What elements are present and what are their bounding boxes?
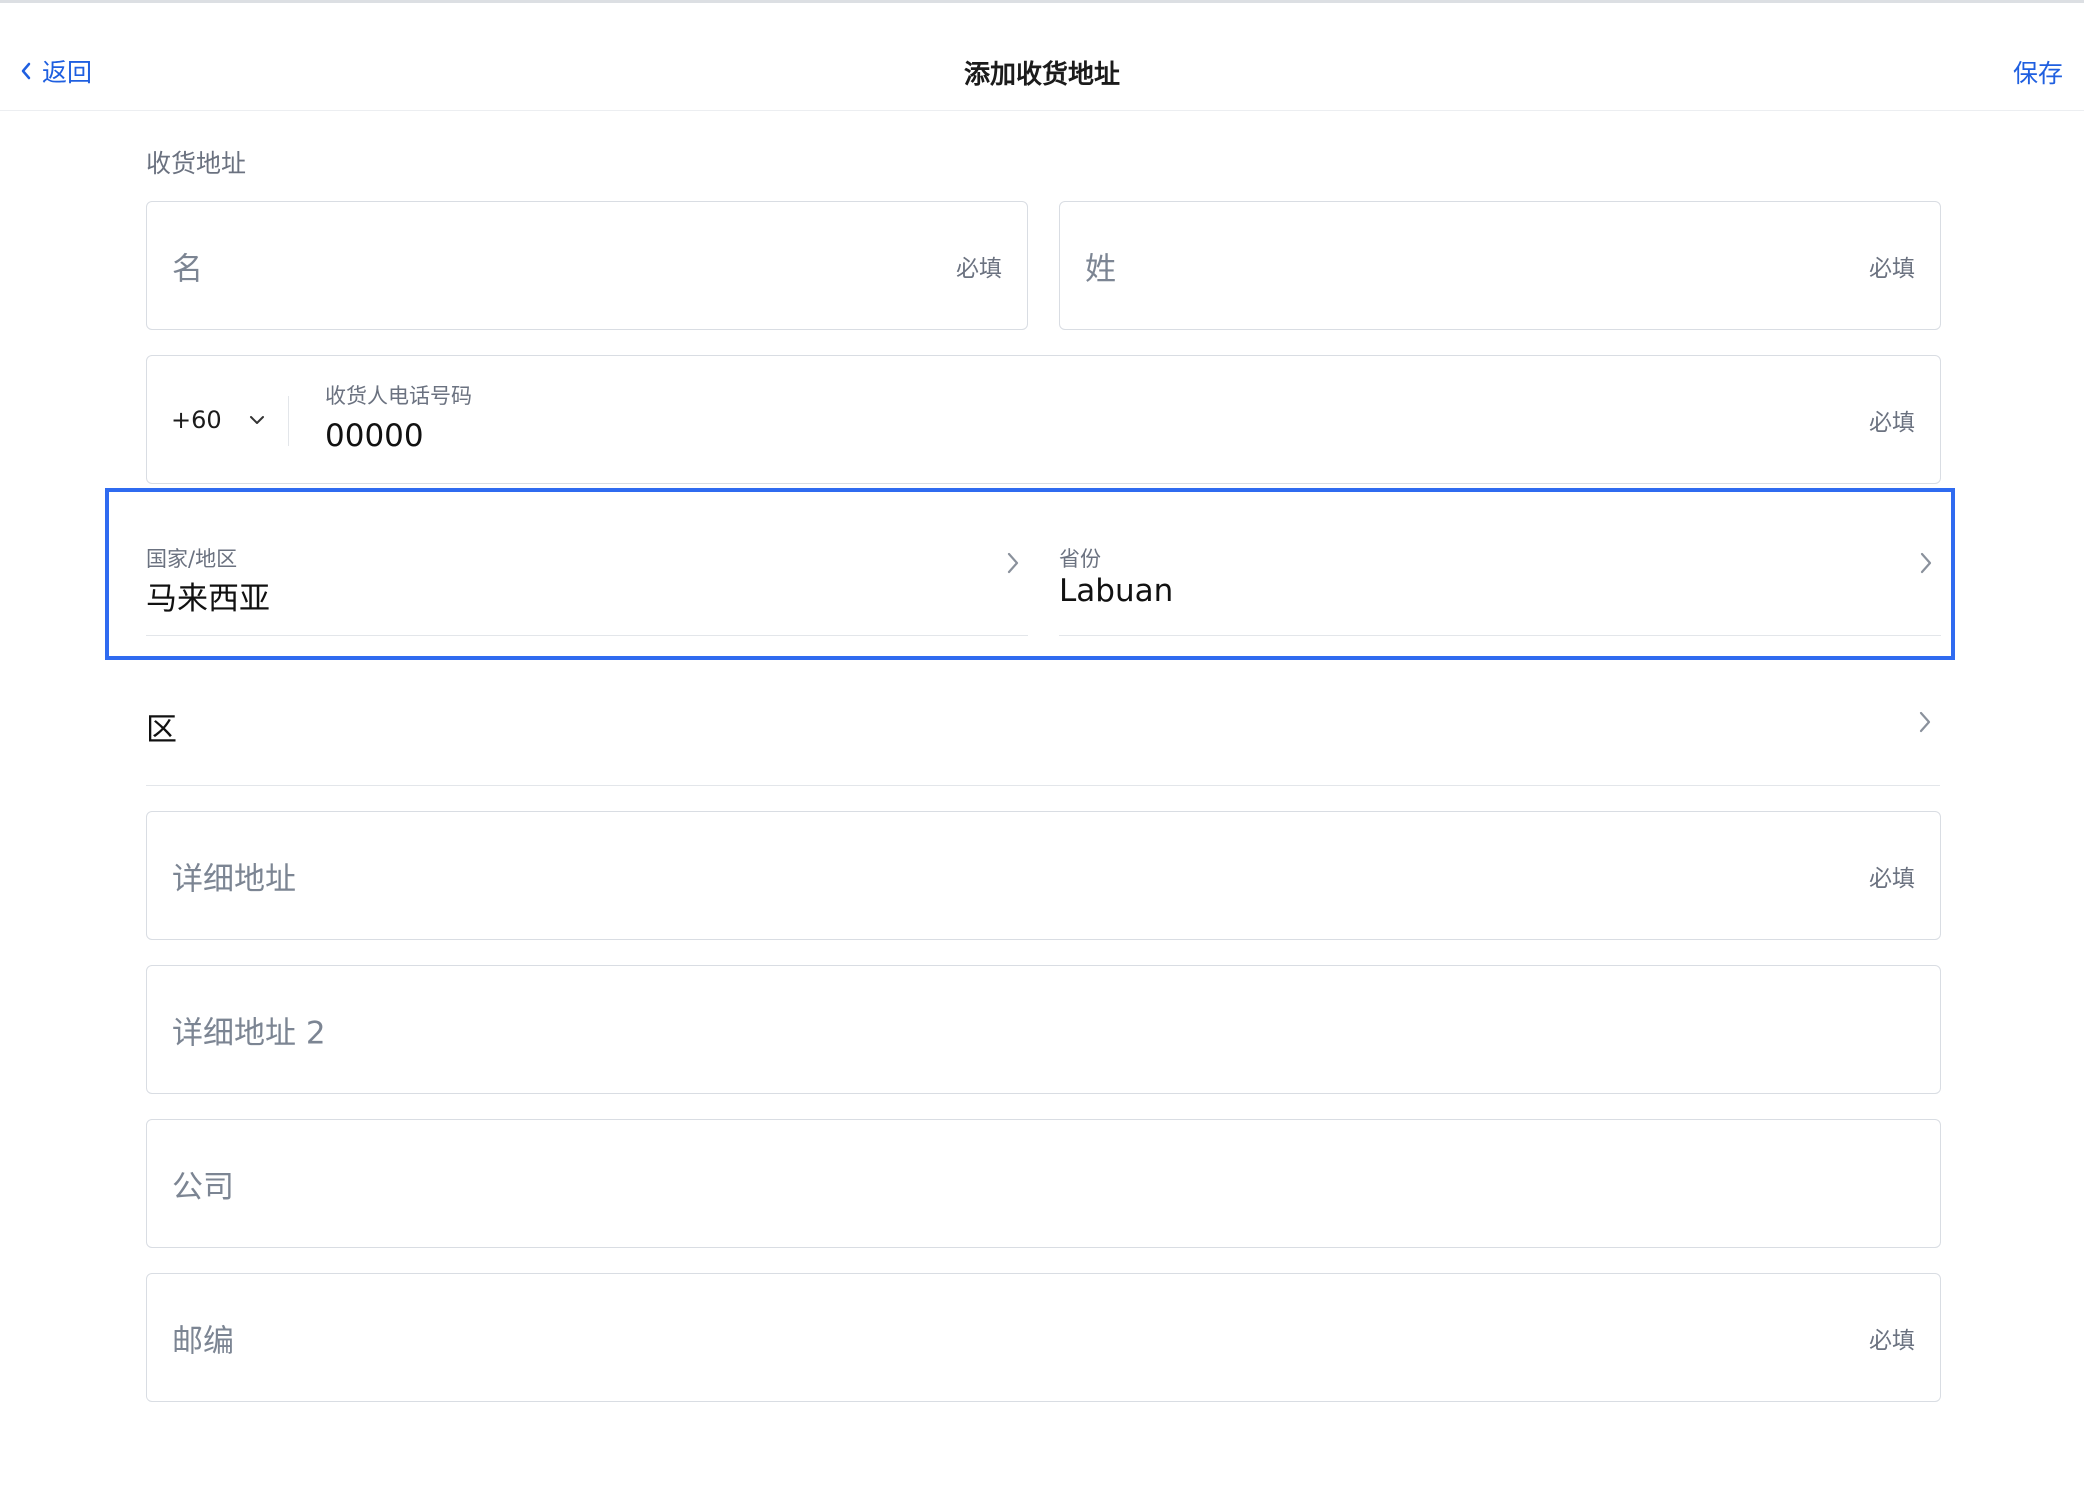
province-select[interactable]: 省份 Labuan <box>1059 492 1941 636</box>
country-value: 马来西亚 <box>146 581 270 617</box>
province-value: Labuan <box>1059 573 1174 609</box>
phone-code-select[interactable]: +60 <box>171 406 266 434</box>
phone-code-value: +60 <box>171 405 222 434</box>
postcode-required: 必填 <box>1869 1327 1915 1354</box>
postcode-field[interactable]: 邮编 必填 <box>146 1273 1941 1402</box>
phone-required: 必填 <box>1869 409 1915 436</box>
first-name-placeholder: 名 <box>172 251 203 287</box>
section-label: 收货地址 <box>146 149 247 178</box>
district-select[interactable]: 区 <box>146 668 1940 786</box>
province-label: 省份 <box>1059 547 1101 571</box>
chevron-right-icon <box>1919 711 1931 733</box>
country-select[interactable]: 国家/地区 马来西亚 <box>146 492 1028 636</box>
last-name-placeholder: 姓 <box>1085 251 1116 287</box>
last-name-field[interactable]: 姓 必填 <box>1059 201 1941 330</box>
navbar: 返回 添加收货地址 保存 <box>0 3 2084 111</box>
country-label: 国家/地区 <box>146 547 238 571</box>
postcode-placeholder: 邮编 <box>172 1323 234 1359</box>
phone-input[interactable]: 00000 <box>325 418 424 454</box>
address1-required: 必填 <box>1869 865 1915 892</box>
address2-field[interactable]: 详细地址 2 <box>146 965 1941 1094</box>
address1-placeholder: 详细地址 <box>172 861 296 897</box>
save-button[interactable]: 保存 <box>2013 54 2063 90</box>
chevron-right-icon <box>1920 552 1932 574</box>
chevron-down-icon <box>249 415 264 424</box>
phone-label: 收货人电话号码 <box>325 384 472 408</box>
phone-divider <box>288 396 289 446</box>
address1-field[interactable]: 详细地址 必填 <box>146 811 1941 940</box>
company-placeholder: 公司 <box>172 1169 234 1205</box>
district-label: 区 <box>146 712 177 748</box>
chevron-right-icon <box>1007 552 1019 574</box>
first-name-field[interactable]: 名 必填 <box>146 201 1028 330</box>
first-name-required: 必填 <box>956 255 1002 282</box>
last-name-required: 必填 <box>1869 255 1915 282</box>
phone-field: +60 收货人电话号码 00000 必填 <box>146 355 1941 484</box>
address2-placeholder: 详细地址 2 <box>172 1015 326 1051</box>
company-field[interactable]: 公司 <box>146 1119 1941 1248</box>
page-title: 添加收货地址 <box>963 60 1120 90</box>
